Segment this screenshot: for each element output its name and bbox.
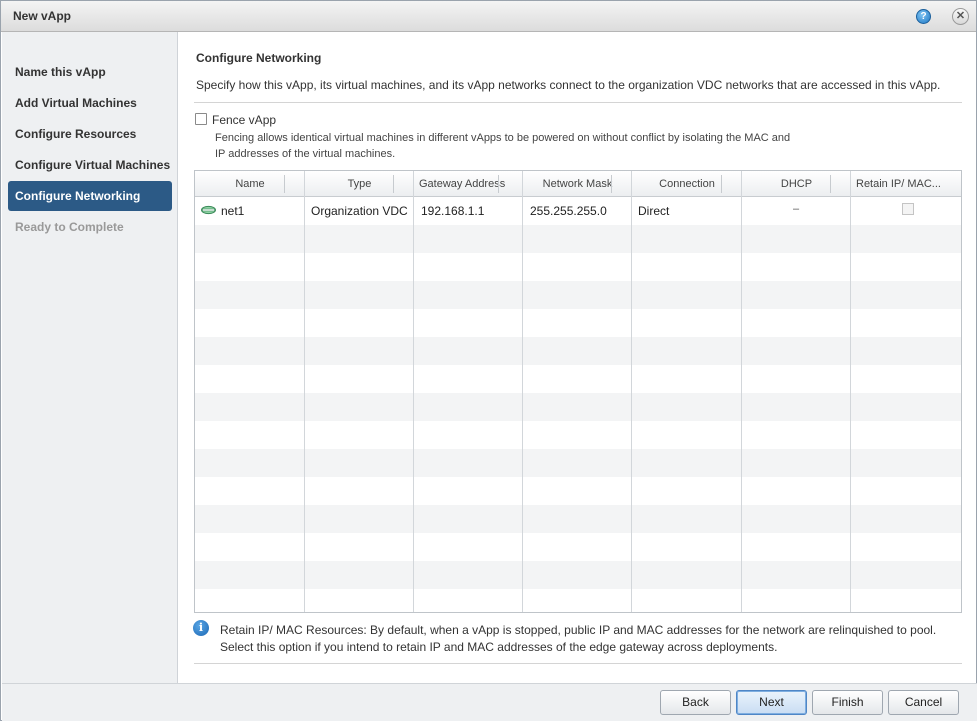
network-icon <box>201 205 216 215</box>
table-row-empty <box>195 477 961 505</box>
fence-help-line-1: Fencing allows identical virtual machine… <box>215 132 791 144</box>
back-button[interactable]: Back <box>660 690 731 715</box>
column-header-label: DHCP <box>780 178 813 190</box>
cell-name: net1 <box>221 204 245 218</box>
table-header: Name Type Gateway Address Network Mask C… <box>195 171 961 197</box>
info-icon: i <box>193 620 209 636</box>
help-icon[interactable]: ? <box>916 9 931 24</box>
column-divider <box>741 171 742 612</box>
table-row-empty <box>195 533 961 561</box>
column-sort-divider <box>284 175 285 193</box>
table-row-empty <box>195 589 961 612</box>
retain-ip-mac-checkbox <box>902 203 914 215</box>
table-row-empty <box>195 281 961 309</box>
table-row-empty <box>195 365 961 393</box>
column-header-dhcp[interactable]: DHCP <box>742 171 851 196</box>
column-sort-divider <box>611 175 612 193</box>
next-button[interactable]: Next <box>736 690 807 715</box>
table-row-empty <box>195 561 961 589</box>
column-header-label: Gateway Address <box>419 178 506 190</box>
wizard-steps-sidebar: Name this vApp Add Virtual Machines Conf… <box>2 32 178 683</box>
step-configure-networking[interactable]: Configure Networking <box>8 181 172 211</box>
fence-vapp-checkbox[interactable] <box>195 113 207 125</box>
column-divider <box>413 171 414 612</box>
column-sort-divider <box>721 175 722 193</box>
cancel-button[interactable]: Cancel <box>888 690 959 715</box>
column-header-retain[interactable]: Retain IP/ MAC... <box>851 171 961 196</box>
column-divider <box>304 171 305 612</box>
column-header-network-mask[interactable]: Network Mask <box>523 171 632 196</box>
fence-help-text: Fencing allows identical virtual machine… <box>215 130 815 162</box>
retain-info-line-1: Retain IP/ MAC Resources: By default, wh… <box>220 623 937 637</box>
column-header-label: Name <box>235 178 265 190</box>
table-row-empty <box>195 449 961 477</box>
step-add-virtual-machines[interactable]: Add Virtual Machines <box>8 88 172 118</box>
cell-dhcp: – <box>793 203 800 215</box>
page-description: Specify how this vApp, its virtual machi… <box>196 78 941 92</box>
cell-type: Organization VDC <box>311 204 408 218</box>
table-row-empty <box>195 309 961 337</box>
dialog-title: New vApp <box>13 9 72 23</box>
column-divider <box>850 171 851 612</box>
column-header-label: Type <box>347 178 372 190</box>
step-configure-virtual-machines[interactable]: Configure Virtual Machines <box>8 150 172 180</box>
divider <box>194 102 962 103</box>
column-sort-divider <box>393 175 394 193</box>
networks-table: Name Type Gateway Address Network Mask C… <box>194 170 962 613</box>
title-bar: New vApp ? ✕ <box>1 1 976 32</box>
column-sort-divider <box>830 175 831 193</box>
cell-gateway: 192.168.1.1 <box>421 204 485 218</box>
column-header-name[interactable]: Name <box>195 171 305 196</box>
page-title: Configure Networking <box>196 51 322 65</box>
retain-info-line-2: Select this option if you intend to reta… <box>220 640 778 654</box>
table-row-empty <box>195 421 961 449</box>
finish-button[interactable]: Finish <box>812 690 883 715</box>
close-icon[interactable]: ✕ <box>952 8 969 25</box>
column-header-type[interactable]: Type <box>305 171 414 196</box>
cell-connection: Direct <box>638 204 670 218</box>
fence-help-line-2: IP addresses of the virtual machines. <box>215 148 396 160</box>
step-ready-to-complete: Ready to Complete <box>15 220 124 234</box>
column-header-label: Connection <box>659 178 715 190</box>
fence-vapp-label[interactable]: Fence vApp <box>212 113 276 127</box>
column-divider <box>631 171 632 612</box>
new-vapp-dialog: New vApp ? ✕ Name this vApp Add Virtual … <box>0 0 977 721</box>
step-name-this-vapp[interactable]: Name this vApp <box>8 57 172 87</box>
step-configure-resources[interactable]: Configure Resources <box>8 119 172 149</box>
table-row-empty <box>195 337 961 365</box>
column-header-label: Network Mask <box>542 178 613 190</box>
dialog-footer: Back Next Finish Cancel <box>2 683 977 721</box>
table-row-empty <box>195 225 961 253</box>
column-header-connection[interactable]: Connection <box>632 171 742 196</box>
cell-network-mask: 255.255.255.0 <box>530 204 607 218</box>
table-row-empty <box>195 393 961 421</box>
retain-info-text: Retain IP/ MAC Resources: By default, wh… <box>220 622 965 656</box>
table-row-empty <box>195 505 961 533</box>
column-divider <box>522 171 523 612</box>
column-header-label: Retain IP/ MAC... <box>856 178 941 190</box>
divider <box>194 663 962 664</box>
table-row-empty <box>195 253 961 281</box>
column-sort-divider <box>498 175 499 193</box>
column-header-gateway[interactable]: Gateway Address <box>414 171 523 196</box>
main-content: Configure Networking Specify how this vA… <box>179 32 977 683</box>
